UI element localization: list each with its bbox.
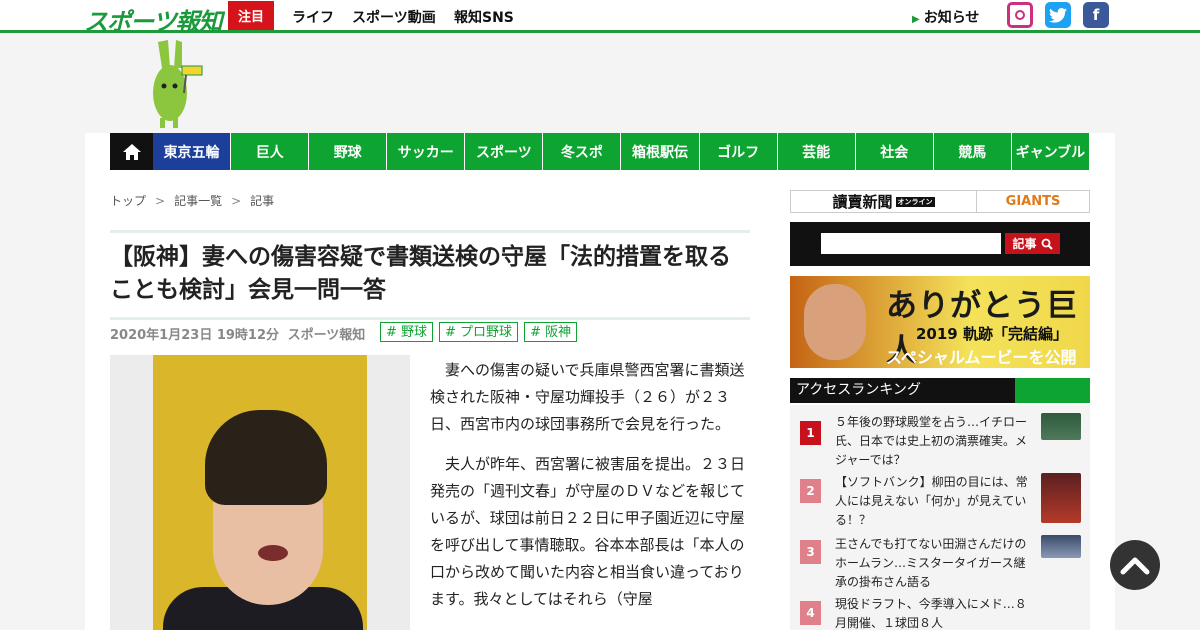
nav-item-entertainment[interactable]: 芸能 — [776, 133, 855, 170]
triangle-icon: ▶ — [912, 14, 920, 25]
breadcrumb-list[interactable]: 記事一覧 — [174, 194, 222, 208]
global-nav: 東京五輪 巨人 野球 サッカー スポーツ 冬スポ 箱根駅伝 ゴルフ 芸能 社会 … — [110, 133, 1089, 170]
article-headline: 【阪神】妻への傷害容疑で書類送検の守屋「法的措置を取ることも検討」会見一問一答 — [110, 244, 731, 303]
home-icon[interactable] — [110, 133, 153, 170]
nav-item-giants[interactable]: 巨人 — [230, 133, 309, 170]
chevron-up-icon[interactable] — [1110, 540, 1160, 590]
nav-item-hakone-ekiden[interactable]: 箱根駅伝 — [620, 133, 699, 170]
banner-subtitle: 2019 軌跡「完結編」 — [916, 325, 1068, 343]
search-icon — [1041, 238, 1053, 250]
breadcrumb: トップ > 記事一覧 > 記事 — [110, 192, 274, 209]
partner-bar: 讀賣新聞 オンライン GIANTS — [790, 190, 1090, 213]
article-source: スポーツ報知 — [287, 328, 366, 343]
yomiuri-online-link[interactable]: 讀賣新聞 オンライン — [791, 191, 977, 212]
site-logo[interactable]: スポーツ報知 — [84, 2, 223, 37]
ranking-thumbnail — [1041, 413, 1081, 440]
search-button-label: 記事 — [1012, 237, 1037, 251]
hot-tab[interactable]: 注目 — [228, 1, 274, 30]
ranking-number: 2 — [800, 479, 821, 503]
yomiuri-online-badge: オンライン — [895, 196, 935, 207]
nav-item-olympics[interactable]: 東京五輪 — [153, 133, 231, 170]
ranking-text: 【ソフトバンク】柳田の目には、常人には見えない「何か」が見えている！？ — [835, 475, 1028, 527]
facebook-icon[interactable]: f — [1083, 2, 1109, 28]
search-input[interactable] — [821, 233, 1001, 254]
article-meta: 2020年1月23日 19時12分 スポーツ報知 — [110, 324, 365, 343]
ranking-list: 1 ５年後の野球殿堂を占う…イチロー氏、日本では史上初の満票確実。メジャーでは？… — [790, 405, 1090, 630]
nav-item-horse-racing[interactable]: 競馬 — [932, 133, 1011, 170]
nav-item-winter-sports[interactable]: 冬スポ — [542, 133, 621, 170]
breadcrumb-separator: > — [155, 194, 166, 208]
tag-pro-baseball[interactable]: # プロ野球 — [439, 322, 519, 342]
article-paragraph: 妻への傷害の疑いで兵庫県警西宮署に書類送検された阪神・守屋功輝投手（２６）が２３… — [430, 361, 745, 433]
giants-link[interactable]: GIANTS — [977, 191, 1089, 212]
nav-item-gambling[interactable]: ギャンブル — [1010, 133, 1089, 170]
ranking-title: アクセスランキング — [790, 378, 1015, 403]
ranking-number: 4 — [800, 601, 821, 625]
twitter-icon[interactable] — [1045, 2, 1071, 28]
tag-list: # 野球 # プロ野球 # 阪神 — [380, 322, 578, 342]
topnav-link-sns[interactable]: 報知SNS — [454, 7, 514, 27]
banner-caption: スペシャルムービーを公開 — [886, 348, 1077, 367]
yomiuri-logo-text: 讀賣新聞 — [832, 193, 893, 211]
ranking-number: 3 — [800, 540, 821, 564]
breadcrumb-top[interactable]: トップ — [110, 194, 146, 208]
tag-hanshin[interactable]: # 阪神 — [524, 322, 578, 342]
article-paragraph: 夫人が昨年、西宮署に被害届を提出。２３日発売の「週刊文春」が守屋のＤＶなどを報じ… — [430, 455, 746, 608]
headline-box: 【阪神】妻への傷害容疑で書類送検の守屋「法的措置を取ることも検討」会見一問一答 — [110, 230, 750, 320]
tag-baseball[interactable]: # 野球 — [380, 322, 434, 342]
banner-portrait — [804, 284, 866, 360]
ranking-number: 1 — [800, 421, 821, 445]
nav-item-baseball[interactable]: 野球 — [308, 133, 387, 170]
ranking-header: アクセスランキング — [790, 378, 1090, 403]
search-button[interactable]: 記事 — [1005, 233, 1060, 254]
ranking-thumbnail — [1041, 473, 1081, 523]
ranking-text: 現役ドラフト、今季導入にメド…８月開催、１球団８人 — [835, 597, 1027, 630]
nav-item-soccer[interactable]: サッカー — [386, 133, 465, 170]
ranking-text: 王さんでも打てない田淵さんだけのホームラン…ミスタータイガース継承の掛布さん語る — [835, 537, 1027, 589]
nav-item-society[interactable]: 社会 — [854, 133, 933, 170]
breadcrumb-separator: > — [231, 194, 242, 208]
nav-item-golf[interactable]: ゴルフ — [698, 133, 777, 170]
search-box: 記事 — [790, 222, 1090, 266]
notice-link[interactable]: ▶ お知らせ — [912, 7, 979, 27]
article-body: 妻への傷害の疑いで兵庫県警西宮署に書類送検された阪神・守屋功輝投手（２６）が２３… — [430, 357, 748, 626]
giants-movie-banner[interactable]: ありがとう巨人 2019 軌跡「完結編」 スペシャルムービーを公開 — [790, 276, 1090, 368]
ranking-thumbnail — [1041, 535, 1081, 558]
topnav-link-video[interactable]: スポーツ動画 — [352, 7, 436, 27]
breadcrumb-current: 記事 — [250, 194, 275, 208]
mascot-illustration — [148, 38, 208, 130]
article-photo — [110, 355, 410, 630]
article-date: 2020年1月23日 19時12分 — [110, 328, 280, 343]
ranking-text: ５年後の野球殿堂を占う…イチロー氏、日本では史上初の満票確実。メジャーでは？ — [835, 415, 1028, 467]
top-bar: スポーツ報知 注目 ライフ スポーツ動画 報知SNS ▶ お知らせ f — [0, 0, 1200, 36]
notice-label: お知らせ — [923, 10, 980, 26]
instagram-icon[interactable] — [1007, 2, 1033, 28]
topnav-link-life[interactable]: ライフ — [292, 7, 334, 27]
nav-item-sports[interactable]: スポーツ — [464, 133, 543, 170]
